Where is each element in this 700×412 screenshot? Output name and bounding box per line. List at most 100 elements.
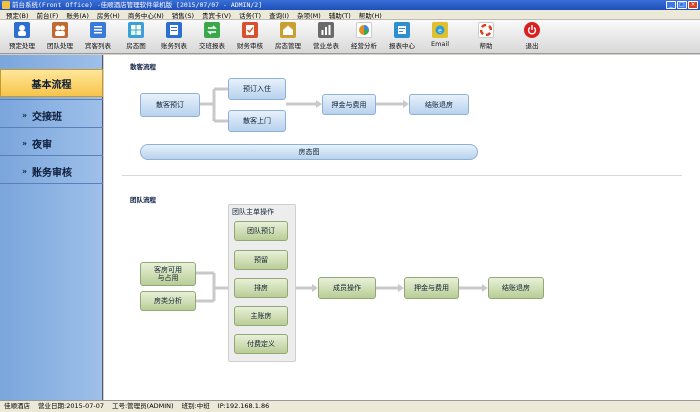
walkin-arrival-box[interactable]: 散客上门 (228, 110, 286, 132)
bullet-icon: » (22, 138, 27, 148)
menu-item-front-desk[interactable]: 前台(F) (33, 10, 63, 20)
maximize-button[interactable]: □ (677, 1, 687, 9)
group-reserve-box[interactable]: 团队预订 (234, 221, 288, 241)
sidebar-divider (0, 155, 103, 156)
menu-item-telephone[interactable]: 话务(T) (235, 10, 265, 20)
status-hotel-name: 佳顺酒店 (4, 402, 30, 410)
menu-item-misc[interactable]: 杂项(M) (293, 10, 325, 20)
status-shift: 班别:中班 (181, 402, 210, 410)
toolbar-label: 营业总表 (313, 42, 339, 50)
toolbar-label: 退出 (525, 42, 539, 50)
walkin-reserve-box[interactable]: 散客预订 (140, 93, 200, 117)
help-icon (478, 22, 494, 38)
reservation-icon (14, 22, 30, 38)
sidebar-divider (0, 183, 103, 184)
window-title: 前台系统(Front Office) -佳顺酒店管理软件单机版 [2015/07… (12, 1, 263, 9)
toolbar-report-center-button[interactable]: 报表中心 (382, 22, 422, 52)
sidebar-item-label: 交接班 (32, 111, 62, 123)
toolbar-label: 房态图 (126, 42, 146, 50)
toolbar-label: 帮助 (479, 42, 493, 50)
menu-item-business-center[interactable]: 商务中心(N) (124, 10, 168, 20)
toolbar-email-button[interactable]: e Email (420, 22, 460, 52)
group-deposit-charges-box[interactable]: 押金与费用 (404, 277, 459, 299)
exit-icon (524, 22, 540, 38)
toolbar-label: 报表中心 (389, 42, 415, 50)
toolbar-label: Email (430, 40, 450, 48)
toolbar-accounts-button[interactable]: 账务列表 (154, 22, 194, 52)
toolbar-label: 宾客列表 (85, 42, 111, 50)
room-manage-icon (280, 22, 296, 38)
sidebar-item-label: 夜审 (32, 139, 52, 151)
room-type-analysis-box[interactable]: 房类分析 (140, 291, 196, 311)
accounts-icon (166, 22, 182, 38)
reserve-checkin-box[interactable]: 预订入住 (228, 78, 286, 100)
toolbar-reservation-button[interactable]: 预定处理 (2, 22, 42, 52)
toolbar-label: 账务列表 (161, 42, 187, 50)
group-checkout-box[interactable]: 结账退房 (488, 277, 544, 299)
sidebar-item-account-audit[interactable]: » 账务审核 (0, 157, 103, 185)
member-operations-box[interactable]: 成员操作 (318, 277, 376, 299)
audit-icon (242, 22, 258, 38)
bullet-icon: » (22, 166, 27, 176)
toolbar: 预定处理 团队处理 宾客列表 房态图 账务列表 交班报表 财务审核 房态管理 营… (0, 20, 700, 54)
report-center-icon (394, 22, 410, 38)
toolbar-room-status-button[interactable]: 房态图 (116, 22, 156, 52)
title-bar: 前台系统(Front Office) -佳顺酒店管理软件单机版 [2015/07… (0, 0, 700, 10)
toolbar-label: 房态管理 (275, 42, 301, 50)
toolbar-exit-button[interactable]: 退出 (512, 22, 552, 52)
menu-item-housekeeping[interactable]: 房务(H) (93, 10, 124, 20)
analysis-icon (356, 22, 372, 38)
walkin-section-title: 散客流程 (130, 63, 156, 71)
toolbar-guest-list-button[interactable]: 宾客列表 (78, 22, 118, 52)
group-room-assign-box[interactable]: 排房 (234, 278, 288, 298)
close-button[interactable]: × (688, 1, 698, 9)
toolbar-analysis-button[interactable]: 经营分析 (344, 22, 384, 52)
minimize-button[interactable]: _ (666, 1, 676, 9)
flow-panel: 散客流程 散客预订 预订入住 散客上门 押金与费用 结账退房 房态图 团队流程 … (104, 55, 700, 400)
toolbar-group-button[interactable]: 团队处理 (40, 22, 80, 52)
group-payment-definition-box[interactable]: 付费定义 (234, 334, 288, 354)
group-hold-box[interactable]: 预留 (234, 250, 288, 270)
toolbar-help-button[interactable]: 帮助 (466, 22, 506, 52)
shift-report-icon (204, 22, 220, 38)
status-business-date: 营业日期:2015-07-07 (38, 402, 104, 410)
group-master-title: 团队主单操作 (232, 208, 274, 216)
status-operator: 工号:管理员(ADMIN) (111, 402, 174, 410)
menu-item-query[interactable]: 查询(I) (265, 10, 293, 20)
toolbar-label: 交班报表 (199, 42, 225, 50)
room-availability-box[interactable]: 客房可用 与占用 (140, 262, 196, 286)
checkout-box[interactable]: 结账退房 (409, 94, 469, 115)
menu-item-assist[interactable]: 辅助(T) (325, 10, 355, 20)
group-icon (52, 22, 68, 38)
sidebar-item-basic-flow[interactable]: 基本流程 (0, 69, 103, 97)
toolbar-label: 经营分析 (351, 42, 377, 50)
toolbar-audit-button[interactable]: 财务审核 (230, 22, 270, 52)
menu-item-help[interactable]: 帮助(H) (355, 10, 386, 20)
group-master-account-box[interactable]: 主账房 (234, 306, 288, 326)
svg-text:e: e (438, 28, 442, 35)
sidebar-divider (0, 99, 103, 100)
menu-item-sales[interactable]: 销售(S) (168, 10, 198, 20)
toolbar-room-manage-button[interactable]: 房态管理 (268, 22, 308, 52)
sidebar-item-shift-handover[interactable]: » 交接班 (0, 101, 103, 129)
app-icon (2, 1, 10, 9)
menu-item-reservation[interactable]: 预定(B) (2, 10, 33, 20)
deposit-charges-box[interactable]: 押金与费用 (322, 94, 376, 115)
section-divider (122, 175, 682, 176)
bullet-icon: » (22, 110, 27, 120)
menu-item-accounts[interactable]: 账务(A) (62, 10, 93, 20)
toolbar-revenue-button[interactable]: 营业总表 (306, 22, 346, 52)
room-status-map-bar[interactable]: 房态图 (140, 144, 478, 160)
sidebar-divider (0, 127, 103, 128)
status-bar: 佳顺酒店 营业日期:2015-07-07 工号:管理员(ADMIN) 班别:中班… (0, 400, 700, 412)
sidebar-item-night-audit[interactable]: » 夜审 (0, 129, 103, 157)
menu-item-vip-card[interactable]: 贵宾卡(V) (198, 10, 235, 20)
sidebar-item-label: 基本流程 (31, 79, 72, 91)
group-section-title: 团队流程 (130, 196, 156, 204)
toolbar-shift-report-button[interactable]: 交班报表 (192, 22, 232, 52)
toolbar-label: 财务审核 (237, 42, 263, 50)
toolbar-label: 预定处理 (9, 42, 35, 50)
status-ip: IP:192.168.1.86 (217, 402, 270, 410)
email-icon: e (432, 22, 448, 38)
revenue-icon (318, 22, 334, 38)
